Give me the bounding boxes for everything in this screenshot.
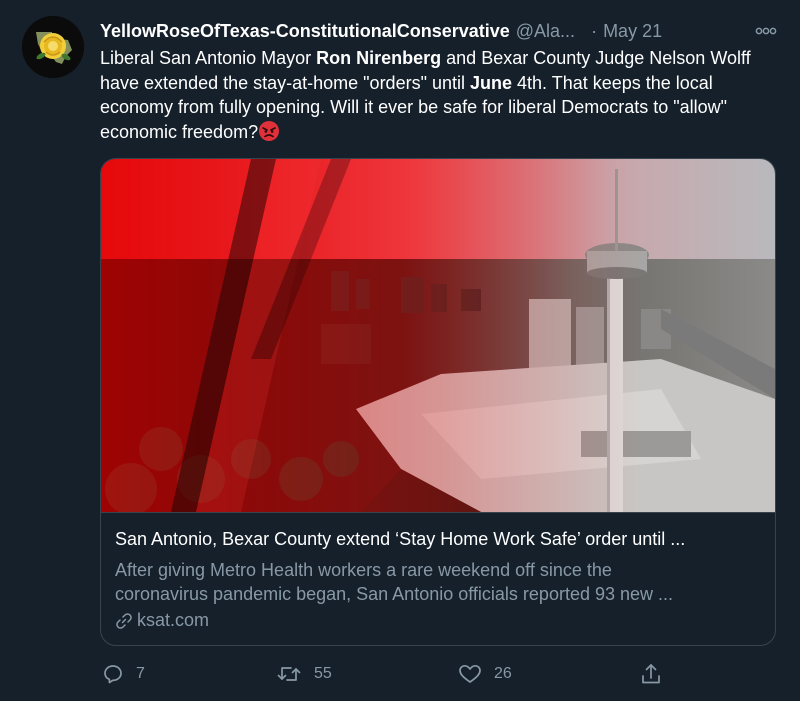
reply-button[interactable]: 7 xyxy=(102,660,145,688)
card-domain-label: ksat.com xyxy=(137,610,210,630)
more-icon xyxy=(755,27,777,35)
san-antonio-skyline-image-icon xyxy=(101,159,775,512)
tweet-text: Liberal San Antonio Mayor Ron Nirenberg … xyxy=(100,46,790,144)
separator-dot: · xyxy=(591,20,598,41)
tweet[interactable]: YellowRoseOfTexas-ConstitutionalConserva… xyxy=(0,0,800,701)
tweet-text-part: Liberal San Antonio Mayor xyxy=(100,48,317,68)
retweet-count: 55 xyxy=(314,665,332,682)
card-domain[interactable]: ksat.com xyxy=(115,610,209,631)
tweet-text-bold-name: Ron Nirenberg xyxy=(316,48,442,68)
card-image[interactable] xyxy=(101,159,775,512)
tweet-header: YellowRoseOfTexas-ConstitutionalConserva… xyxy=(100,18,780,44)
tweet-text-bold-month: June xyxy=(469,72,512,93)
angry-face-emoji-icon xyxy=(258,120,280,142)
reply-count: 7 xyxy=(136,665,145,682)
heart-icon xyxy=(459,664,481,683)
card-description-line: After giving Metro Health workers a rare… xyxy=(115,560,612,580)
avatar[interactable] xyxy=(22,16,84,78)
retweet-icon xyxy=(277,667,301,681)
user-handle[interactable]: @Ala... xyxy=(516,21,575,42)
more-options-button[interactable] xyxy=(752,18,780,44)
card-title[interactable]: San Antonio, Bexar County extend ‘Stay H… xyxy=(115,529,765,550)
reply-icon xyxy=(104,665,122,684)
display-name[interactable]: YellowRoseOfTexas-ConstitutionalConserva… xyxy=(100,21,510,42)
card-description-line: coronavirus pandemic began, San Antonio … xyxy=(115,584,674,604)
like-count: 26 xyxy=(494,665,512,682)
share-button[interactable] xyxy=(640,660,662,688)
yellow-rose-avatar-icon xyxy=(22,16,84,78)
link-preview-card[interactable]: San Antonio, Bexar County extend ‘Stay H… xyxy=(100,158,776,646)
action-bar: 7 55 26 xyxy=(100,660,680,688)
share-icon xyxy=(642,664,660,684)
card-body[interactable]: San Antonio, Bexar County extend ‘Stay H… xyxy=(101,512,775,645)
tweet-date[interactable]: May 21 xyxy=(603,21,662,42)
like-button[interactable]: 26 xyxy=(458,660,512,688)
card-description: After giving Metro Health workers a rare… xyxy=(115,558,765,606)
retweet-button[interactable]: 55 xyxy=(276,660,332,688)
link-icon xyxy=(116,612,132,629)
